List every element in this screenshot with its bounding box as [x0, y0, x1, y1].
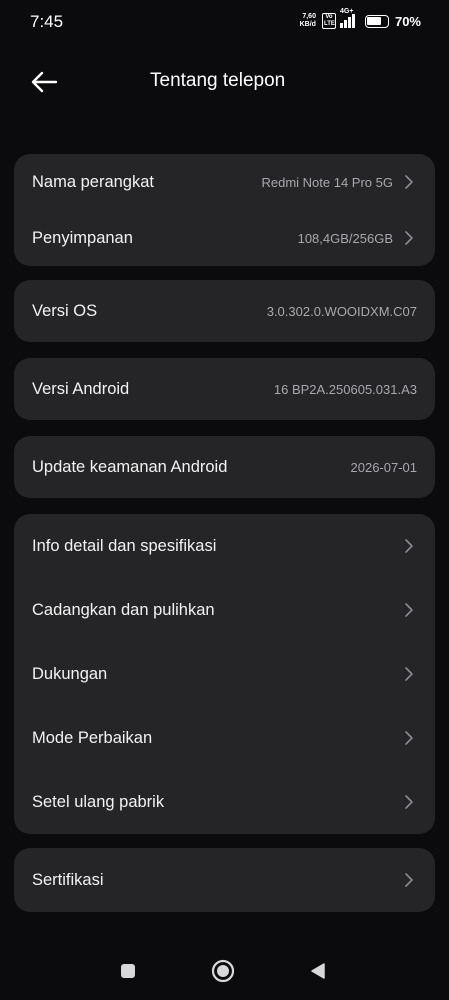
chevron-right-icon	[403, 230, 415, 246]
security-update-label: Update keamanan Android	[32, 457, 228, 476]
menu-item-label: Info detail dan spesifikasi	[32, 536, 217, 555]
certification-label: Sertifikasi	[32, 870, 104, 889]
options-card: Info detail dan spesifikasi Cadangkan da…	[14, 514, 435, 834]
android-version-card: Versi Android 16 BP2A.250605.031.A3	[14, 358, 435, 420]
os-version-row[interactable]: Versi OS 3.0.302.0.WOOIDXM.C07	[14, 283, 435, 339]
signal-bar	[351, 14, 355, 28]
storage-row[interactable]: Penyimpanan 108,4GB/256GB	[14, 210, 435, 266]
volte-bottom-text: LTE	[323, 21, 335, 27]
triangle-icon	[311, 963, 325, 979]
chevron-right-icon	[403, 794, 415, 810]
os-version-card: Versi OS 3.0.302.0.WOOIDXM.C07	[14, 280, 435, 342]
status-bar: 7:45 7,60 KB/d Vo LTE 4G+ 70%	[0, 0, 449, 44]
security-update-row[interactable]: Update keamanan Android 2026-07-01	[14, 439, 435, 495]
chevron-right-icon	[403, 730, 415, 746]
signal-bar	[347, 17, 351, 28]
network-speed-value: 7,60	[302, 13, 316, 20]
signal-bar	[339, 23, 343, 28]
chevron-right-icon	[403, 602, 415, 618]
storage-label: Penyimpanan	[32, 228, 133, 247]
menu-item-label: Cadangkan dan pulihkan	[32, 600, 215, 619]
chevron-right-icon	[403, 174, 415, 190]
status-time: 7:45	[30, 12, 64, 31]
os-version-label: Versi OS	[32, 301, 98, 320]
certification-card: Sertifikasi	[14, 848, 435, 912]
chevron-right-icon	[403, 538, 415, 554]
circle-icon	[211, 959, 235, 983]
device-name-value: Redmi Note 14 Pro 5G	[261, 174, 393, 190]
battery-icon	[364, 14, 389, 28]
battery-fill	[367, 17, 381, 25]
security-update-value: 2026-07-01	[350, 459, 418, 475]
battery-percent: 70%	[394, 13, 421, 29]
home-button[interactable]	[210, 958, 236, 984]
page-title: Tentang telepon	[150, 70, 286, 91]
back-nav-button[interactable]	[305, 958, 331, 984]
chevron-right-icon	[403, 666, 415, 682]
volte-icon: Vo LTE	[321, 13, 336, 29]
volte-top-text: Vo	[325, 14, 333, 20]
network-speed-unit: KB/d	[299, 21, 316, 28]
menu-item-label: Mode Perbaikan	[32, 728, 153, 747]
menu-item-label: Dukungan	[32, 664, 108, 683]
network-speed: 7,60 KB/d	[300, 13, 316, 29]
menu-item-info-detail[interactable]: Info detail dan spesifikasi	[14, 518, 435, 574]
navigation-bar	[0, 940, 449, 1000]
certification-row[interactable]: Sertifikasi	[14, 852, 435, 908]
menu-item-factory-reset[interactable]: Setel ulang pabrik	[14, 774, 435, 830]
back-button[interactable]	[26, 66, 62, 98]
status-icons: 7,60 KB/d Vo LTE 4G+ 70%	[300, 8, 421, 32]
network-type: 4G+	[339, 8, 354, 15]
square-icon	[121, 964, 135, 978]
device-name-row[interactable]: Nama perangkat Redmi Note 14 Pro 5G	[14, 154, 435, 210]
menu-item-support[interactable]: Dukungan	[14, 646, 435, 702]
arrow-left-icon	[31, 71, 58, 93]
android-version-label: Versi Android	[32, 379, 130, 398]
storage-value: 108,4GB/256GB	[297, 230, 393, 246]
security-update-card: Update keamanan Android 2026-07-01	[14, 436, 435, 498]
device-name-label: Nama perangkat	[32, 172, 154, 191]
os-version-value: 3.0.302.0.WOOIDXM.C07	[266, 303, 417, 319]
android-version-row[interactable]: Versi Android 16 BP2A.250605.031.A3	[14, 361, 435, 417]
header: Tentang telepon	[0, 60, 449, 104]
menu-item-label: Setel ulang pabrik	[32, 792, 165, 811]
signal-icon: 4G+	[339, 8, 355, 28]
chevron-right-icon	[403, 872, 415, 888]
device-card: Nama perangkat Redmi Note 14 Pro 5G Peny…	[14, 154, 435, 266]
menu-item-repair-mode[interactable]: Mode Perbaikan	[14, 710, 435, 766]
signal-bar	[343, 20, 347, 28]
recents-button[interactable]	[115, 958, 141, 984]
android-version-value: 16 BP2A.250605.031.A3	[273, 381, 417, 397]
menu-item-backup-restore[interactable]: Cadangkan dan pulihkan	[14, 582, 435, 638]
